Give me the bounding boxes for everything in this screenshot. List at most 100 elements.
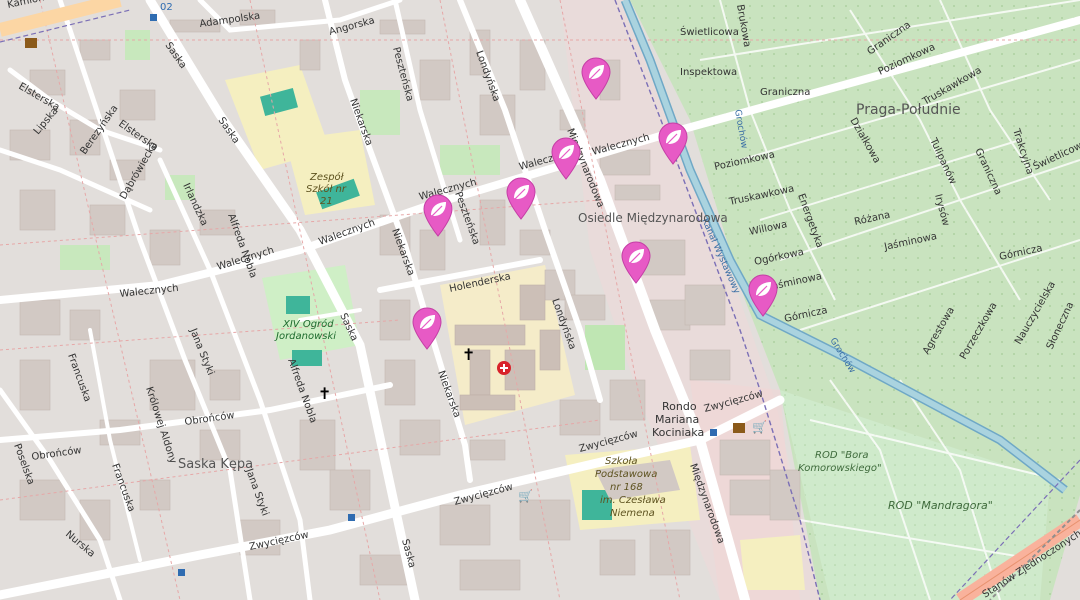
label-swietlicowa-top: Świetlicowa [680,25,739,38]
label-rod-bora-2: Komorowskiego" [798,463,882,474]
label-krolowej-aldony: Królowej Aldony [143,385,179,465]
marker-6[interactable] [620,240,652,284]
label-zespol-1: Zespół [309,171,345,183]
label-porzeczkowa: Porzeczkowa [958,301,999,362]
bus-stop-icon [150,14,157,21]
label-lipska: Lipska [32,106,61,137]
label-niekarska-mid: Niekarska [389,227,416,277]
shop-icon: 🛒 [752,420,767,434]
marker-7[interactable] [747,273,779,317]
label-ogrod-1: XIV Ogród [282,318,334,330]
label-stanow-zjednoczonych: Stanów Zjednoczonych [980,527,1080,600]
label-nurska: Nurska [63,529,97,560]
label-dzialkowa: Działkowa [847,116,882,165]
label-graniczna-2: Graniczna [865,20,913,58]
label-willowa: Willowa [748,219,788,238]
marker-8[interactable] [411,306,443,350]
bus-stop-icon-4 [710,429,717,436]
label-sloneczna: Słoneczna [1045,300,1077,351]
label-agrestowa: Agrestowa [921,305,957,356]
label-niekarska-bottom: Niekarska [435,369,462,419]
label-szkola-3: nr 168 [610,482,643,493]
label-jasminowa-1: Jaśminowa [882,230,938,253]
label-obroncow-2: Obrońców [31,444,83,463]
label-szkola-4: im. Czesława [600,495,666,506]
label-walecznych-4: Walecznych [317,217,376,248]
label-rondo-2: Mariana [655,413,699,426]
label-swietlicowa-right: Świetlicowa [1031,136,1080,173]
label-praga-poludnie: Praga-Południe [856,102,961,118]
label-rod-mandragora: ROD "Mandragora" [888,499,993,512]
label-londynska-top: Londyńska [473,49,503,103]
label-inspektowa: Inspektowa [680,67,737,78]
label-zwyciezcow-1: Zwycięzców [248,529,310,553]
label-szkola-5: Niemena [610,508,655,519]
library-icon [25,38,37,48]
label-holenderska: Holenderska [448,271,511,295]
label-jana-styki-top: Jana Styki [187,326,216,377]
label-gornicza-1: Górnicza [998,242,1043,263]
label-poselska: Poselska [11,442,36,486]
label-kanal-wystawowy: Kanał Wystawowy [699,217,741,296]
label-rozana: Różana [853,209,891,228]
label-zespol-3: 21 [320,196,333,207]
label-zwyciezcow-4: Zwycięzców [703,388,764,415]
map-view[interactable]: Kamionek 02 Adampolska Angorska Peszteńs… [0,0,1080,600]
label-tulipanow: Tulipanów [927,135,959,186]
label-angorska: Angorska [328,15,376,38]
label-ogrod-2: Jordanowski [274,331,336,342]
label-adampolska: Adampolska [199,11,261,30]
label-obroncow-1: Obrońców [184,409,236,428]
label-poziomkowa-2: Poziomkowa [713,149,775,173]
label-gornicza-2: Górnicza [783,304,828,325]
label-pesztenska-top: Peszteńska [390,46,416,103]
label-saska-bottom: Saska [399,538,417,569]
label-francuska-bottom: Francuska [109,462,137,513]
label-dabrowiecka: Dąbrówiecka [117,140,160,202]
label-walecznych-6: Walecznych [119,283,179,300]
label-graniczna-1: Graniczna [760,87,810,98]
label-saska-kepa: Saska Kępa [178,457,253,472]
label-ogorkowa: Ogórkowa [753,246,805,268]
shop-icon-2: 🛒 [518,489,533,503]
label-saska-mid: Saska [216,115,242,145]
label-truskawkowa-2: Truskawkowa [727,183,795,208]
label-irlandzka: Irlandzka [180,182,209,228]
label-londynska-bottom: Londyńska [549,297,579,351]
label-zwyciezcow-3: Zwycięzców [578,428,639,455]
label-szkola-1: Szkoła [605,456,638,467]
label-pesztenska-mid: Peszteńska [452,190,482,246]
label-szkola-2: Podstawowa [595,469,657,480]
marker-5[interactable] [422,193,454,237]
label-niekarska-top: Niekarska [347,97,374,147]
marker-4[interactable] [505,176,537,220]
label-saska-mid2: Saska [337,312,359,343]
label-alfreda-nobla-top: Alfreda Nobla [225,212,258,279]
label-kamionek: Kamionek [6,0,57,11]
bus-stop-icon-3 [178,569,185,576]
label-miedzynarodowa-bottom: Międzynarodowa [687,462,726,545]
label-bus-02: 02 [160,2,173,13]
label-grochow-1: Grochów [732,109,750,150]
label-osiedle: Osiedle Międzynarodowa [578,211,728,225]
marker-1[interactable] [580,56,612,100]
label-energetyka: Energetyka [795,192,825,249]
church-icon-2: ✝ [318,384,331,403]
library-icon-2 [733,423,745,433]
label-brukowa: Brukowa [734,4,752,48]
label-rod-bora-1: ROD "Bora [815,450,869,461]
label-graniczna-3: Graniczna [972,147,1003,197]
marker-3[interactable] [550,136,582,180]
marker-2[interactable] [657,121,689,165]
label-rondo-1: Rondo [662,400,697,413]
label-alfreda-nobla-bottom: Alfreda Nobla [285,357,318,424]
label-francuska-top: Francuska [65,352,93,403]
label-zwyciezcow-2: Zwycięzców [453,481,514,508]
label-saska-top: Saska [163,40,189,70]
label-rondo-3: Kociniaka [652,426,704,439]
label-grochow-2: Grochów [827,336,857,375]
label-berezynska: Berezyńska [78,103,121,157]
label-zespol-2: Szkół nr [306,183,347,195]
church-icon: ✝ [462,345,475,364]
label-walecznych-2: Walecznych [591,132,651,158]
